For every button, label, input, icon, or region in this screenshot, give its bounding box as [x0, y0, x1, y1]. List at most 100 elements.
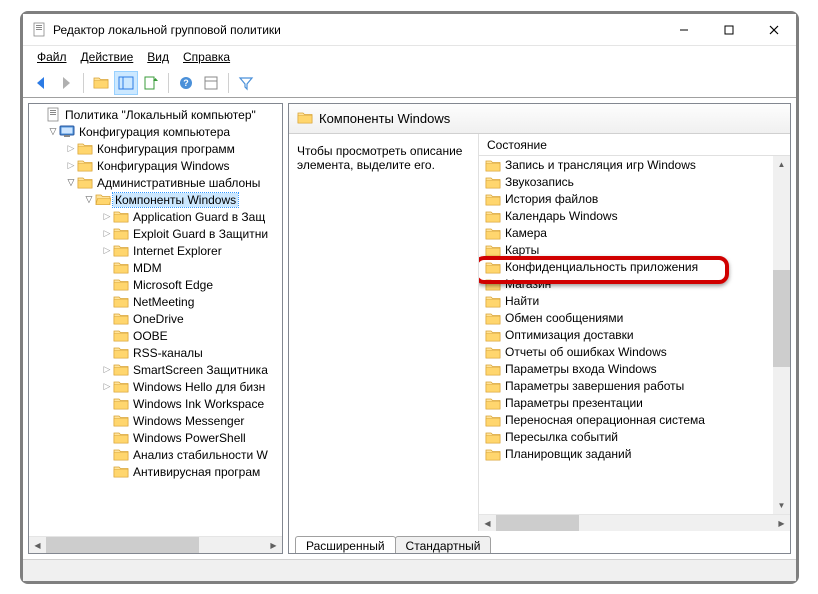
tree-item[interactable]: OOBE: [29, 327, 282, 344]
list-item[interactable]: Оптимизация доставки: [479, 326, 790, 343]
list-vscroll[interactable]: ▲ ▼: [773, 156, 790, 514]
details-view-button[interactable]: [114, 71, 138, 95]
tree-item[interactable]: Microsoft Edge: [29, 276, 282, 293]
list-item-label: Параметры презентации: [505, 396, 643, 410]
tree-item[interactable]: Exploit Guard в Защитни: [29, 225, 282, 242]
list-item-label: Карты: [505, 243, 539, 257]
column-header-state[interactable]: Состояние: [479, 134, 790, 156]
list-item[interactable]: Параметры презентации: [479, 394, 790, 411]
list-item[interactable]: Обмен сообщениями: [479, 309, 790, 326]
list-item[interactable]: Запись и трансляция игр Windows: [479, 156, 790, 173]
list-item-label: История файлов: [505, 192, 598, 206]
list-item[interactable]: Найти: [479, 292, 790, 309]
scroll-left-icon[interactable]: ◀: [29, 537, 46, 554]
app-icon: [31, 22, 47, 38]
tree-computer-config[interactable]: Конфигурация компьютера: [29, 123, 282, 140]
list-hscroll[interactable]: ◀ ▶: [479, 514, 790, 531]
tree-config-programs[interactable]: Конфигурация программ: [29, 140, 282, 157]
tree-item-label: Application Guard в Защ: [131, 210, 267, 224]
menu-help[interactable]: Справка: [177, 48, 236, 66]
folder-icon: [485, 226, 501, 240]
scroll-down-icon[interactable]: ▼: [773, 497, 790, 514]
tree-components-windows[interactable]: Компоненты Windows: [29, 191, 282, 208]
list-item-label: Звукозапись: [505, 175, 574, 189]
tree-item[interactable]: Анализ стабильности W: [29, 446, 282, 463]
folder-icon: [485, 328, 501, 342]
tree-item[interactable]: Application Guard в Защ: [29, 208, 282, 225]
properties-button[interactable]: [199, 71, 223, 95]
list-body[interactable]: Запись и трансляция игр Windows Звукозапи…: [479, 156, 790, 514]
tab-extended[interactable]: Расширенный: [295, 536, 396, 554]
scroll-right-icon[interactable]: ▶: [265, 537, 282, 554]
tree-item[interactable]: Антивирусная програм: [29, 463, 282, 480]
list-item-label: Обмен сообщениями: [505, 311, 623, 325]
menu-action[interactable]: Действие: [75, 48, 140, 66]
tab-standard[interactable]: Стандартный: [395, 536, 492, 554]
folder-icon: [485, 413, 501, 427]
tree-item[interactable]: RSS-каналы: [29, 344, 282, 361]
show-tree-button[interactable]: [89, 71, 113, 95]
menu-file[interactable]: Файл: [31, 48, 73, 66]
maximize-button[interactable]: [706, 14, 751, 45]
filter-button[interactable]: [234, 71, 258, 95]
tree-root[interactable]: Политика "Локальный компьютер": [29, 106, 282, 123]
list-item[interactable]: Календарь Windows: [479, 207, 790, 224]
back-button[interactable]: [29, 71, 53, 95]
list-item-label: Переносная операционная система: [505, 413, 705, 427]
menu-view[interactable]: Вид: [141, 48, 175, 66]
folder-icon: [485, 294, 501, 308]
list-item[interactable]: Магазин: [479, 275, 790, 292]
list-item[interactable]: Конфиденциальность приложения: [479, 258, 790, 275]
tree-config-windows[interactable]: Конфигурация Windows: [29, 157, 282, 174]
list-item-label: Параметры входа Windows: [505, 362, 657, 376]
list-item[interactable]: Планировщик заданий: [479, 445, 790, 462]
tree-item[interactable]: Internet Explorer: [29, 242, 282, 259]
titlebar[interactable]: Редактор локальной групповой политики: [23, 14, 796, 46]
folder-icon: [485, 311, 501, 325]
list-item[interactable]: Параметры входа Windows: [479, 360, 790, 377]
close-button[interactable]: [751, 14, 796, 45]
folder-icon: [485, 277, 501, 291]
list-item[interactable]: Параметры завершения работы: [479, 377, 790, 394]
list-item[interactable]: Отчеты об ошибках Windows: [479, 343, 790, 360]
list-item-label: Календарь Windows: [505, 209, 618, 223]
tree-pane: Политика "Локальный компьютер" Конфигура…: [28, 103, 283, 554]
scroll-right-icon[interactable]: ▶: [773, 515, 790, 532]
help-button[interactable]: ?: [174, 71, 198, 95]
tree-item[interactable]: Windows Messenger: [29, 412, 282, 429]
tree-item-label: Windows Ink Workspace: [131, 397, 266, 411]
tree-item[interactable]: OneDrive: [29, 310, 282, 327]
folder-icon: [485, 430, 501, 444]
list-item-label: Оптимизация доставки: [505, 328, 634, 342]
list-item[interactable]: История файлов: [479, 190, 790, 207]
scroll-up-icon[interactable]: ▲: [773, 156, 790, 173]
tree-item[interactable]: NetMeeting: [29, 293, 282, 310]
tree-hscroll[interactable]: ◀ ▶: [29, 536, 282, 553]
list-item[interactable]: Камера: [479, 224, 790, 241]
folder-icon: [485, 396, 501, 410]
folder-icon: [485, 447, 501, 461]
list-item[interactable]: Звукозапись: [479, 173, 790, 190]
tree-item-label: Microsoft Edge: [131, 278, 215, 292]
tree-item[interactable]: Windows Ink Workspace: [29, 395, 282, 412]
tree-item[interactable]: SmartScreen Защитника: [29, 361, 282, 378]
tree-body[interactable]: Политика "Локальный компьютер" Конфигура…: [29, 104, 282, 536]
folder-icon: [485, 260, 501, 274]
forward-button[interactable]: [54, 71, 78, 95]
list-item[interactable]: Карты: [479, 241, 790, 258]
minimize-button[interactable]: [661, 14, 706, 45]
tree-admin-templates[interactable]: Административные шаблоны: [29, 174, 282, 191]
tree-item[interactable]: Windows PowerShell: [29, 429, 282, 446]
list-item[interactable]: Переносная операционная система: [479, 411, 790, 428]
tree-item[interactable]: Windows Hello для бизн: [29, 378, 282, 395]
window-title: Редактор локальной групповой политики: [53, 23, 661, 37]
item-list: Состояние Запись и трансляция игр Window…: [479, 134, 790, 531]
tree-item-label: Windows PowerShell: [131, 431, 248, 445]
scroll-left-icon[interactable]: ◀: [479, 515, 496, 532]
folder-icon: [485, 209, 501, 223]
window: Редактор локальной групповой политики Фа…: [20, 11, 799, 584]
list-item-label: Параметры завершения работы: [505, 379, 684, 393]
export-button[interactable]: [139, 71, 163, 95]
list-item[interactable]: Пересылка событий: [479, 428, 790, 445]
tree-item[interactable]: MDM: [29, 259, 282, 276]
